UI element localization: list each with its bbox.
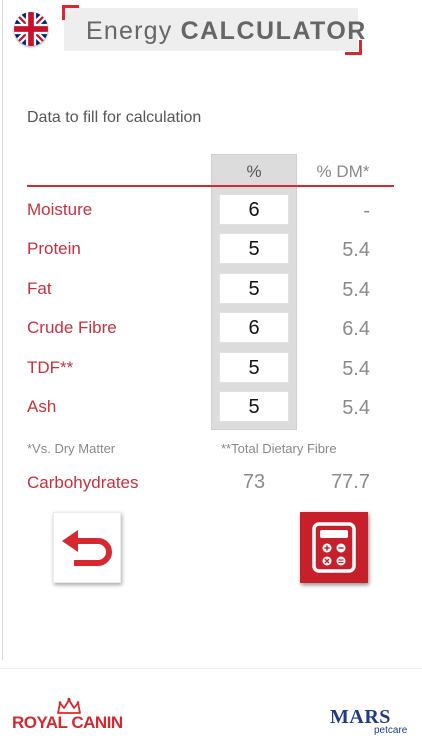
royal-canin-logo: ROYAL CANIN (12, 697, 123, 737)
nutrient-row-tdf: TDF** 5 5.4 (0, 352, 422, 384)
dm-value: 6.4 (342, 318, 370, 340)
dm-value: 5.4 (342, 358, 370, 380)
tdf-input[interactable]: 5 (219, 352, 289, 383)
moisture-input[interactable]: 6 (219, 194, 289, 225)
dm-value: - (363, 200, 370, 222)
nutrient-label: Moisture (27, 200, 93, 219)
footer-divider (0, 668, 422, 669)
undo-arrow-icon (62, 530, 112, 566)
app-title: Energy CALCULATOR (62, 5, 365, 55)
calculator-icon (312, 522, 356, 573)
crude-fibre-input[interactable]: 6 (219, 312, 289, 343)
header-divider (27, 185, 394, 187)
carbohydrates-label: Carbohydrates (27, 473, 139, 492)
form-subtitle: Data to fill for calculation (27, 109, 202, 126)
nutrient-row-crude-fibre: Crude Fibre 6 6.4 (0, 312, 422, 344)
footnote-dry-matter: *Vs. Dry Matter (27, 441, 116, 456)
nutrient-label: Ash (27, 397, 57, 416)
petcare-text: petcare (374, 725, 408, 736)
carbohydrates-percent: 73 (242, 471, 266, 493)
carbohydrates-dm: 77.7 (331, 471, 370, 493)
title-bold: CALCULATOR (180, 17, 367, 45)
title-light: Energy (86, 17, 173, 45)
column-header-percent: % (246, 162, 262, 181)
fat-input[interactable]: 5 (219, 273, 289, 304)
back-button[interactable] (53, 512, 121, 583)
ash-input[interactable]: 5 (219, 391, 289, 422)
nutrient-row-moisture: Moisture 6 - (0, 194, 422, 226)
footnote-dietary-fibre: **Total Dietary Fibre (221, 441, 337, 456)
column-header-dry-matter: % DM* (316, 162, 370, 181)
nutrient-label: Protein (27, 239, 81, 258)
dm-value: 5.4 (342, 397, 370, 419)
nutrient-row-ash: Ash 5 5.4 (0, 391, 422, 423)
nutrient-label: Fat (27, 279, 52, 298)
mars-petcare-logo: MARS petcare (330, 706, 410, 736)
protein-input[interactable]: 5 (219, 233, 289, 264)
nutrient-label: TDF** (27, 358, 74, 377)
nutrient-row-fat: Fat 5 5.4 (0, 273, 422, 305)
uk-flag-icon[interactable] (14, 12, 48, 46)
dm-value: 5.4 (342, 279, 370, 301)
nutrient-row-protein: Protein 5 5.4 (0, 233, 422, 265)
royal-canin-text: ROYAL CANIN (12, 713, 123, 732)
dm-value: 5.4 (342, 239, 370, 261)
nutrient-label: Crude Fibre (27, 318, 117, 337)
calculate-button[interactable] (300, 512, 368, 583)
